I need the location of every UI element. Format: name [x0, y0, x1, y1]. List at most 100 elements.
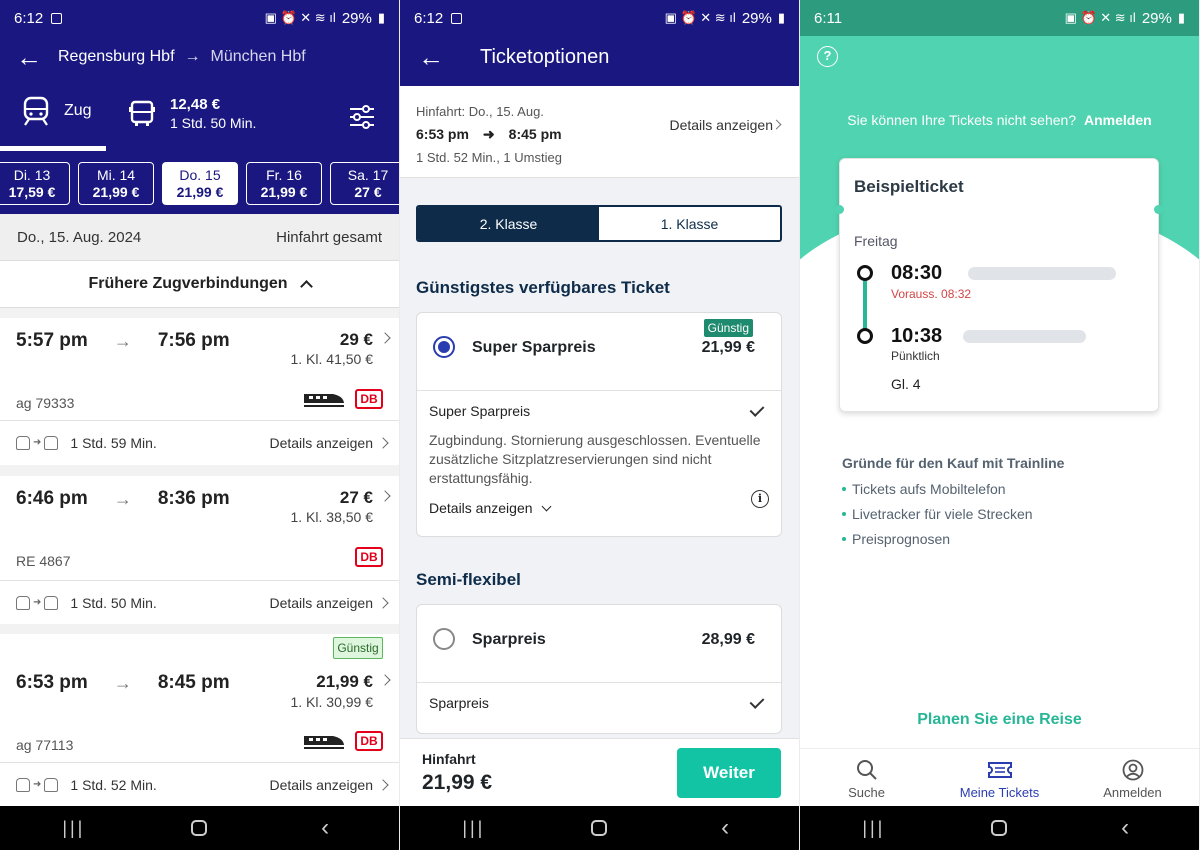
status-bar: 6:12 ▣ ⏰ ✕ ≋ ıl 29% ▮: [400, 0, 799, 36]
date-day: Di. 13: [13, 167, 51, 183]
ticket-notch-left: [835, 205, 844, 214]
login-link[interactable]: Anmelden: [1084, 112, 1152, 128]
user-icon: [1122, 759, 1143, 781]
ticket-fare-name: Super Sparpreis: [429, 403, 531, 419]
battery-icon: ▮: [1177, 10, 1185, 25]
details-link[interactable]: Details anzeigen: [269, 777, 373, 793]
back-arrow-icon[interactable]: ←: [418, 44, 444, 70]
active-tab-indicator: [0, 146, 106, 151]
filter-icon[interactable]: [349, 104, 375, 130]
home-icon[interactable]: [991, 820, 1008, 836]
trip-times: 6:53 pm ➜ 8:45 pm: [416, 126, 562, 142]
date-summary: Do., 15. Aug. 2024 Hinfahrt gesamt: [0, 214, 399, 260]
status-time: 6:12: [14, 9, 44, 27]
first-class-price: 1. Kl. 30,99 €: [290, 694, 373, 710]
reason-text: Livetracker für viele Strecken: [852, 506, 1033, 522]
home-icon[interactable]: [591, 820, 608, 836]
date-chip-selected[interactable]: Do. 15 21,99 €: [162, 162, 238, 205]
connection-card[interactable]: Günstig 6:53 pm → 8:45 pm 21,99 € 1. Kl. 3…: [0, 634, 399, 806]
status-bar: 6:12 ▣ ⏰ ✕ ≋ ıl 29% ▮: [0, 0, 399, 36]
ticket-option-header: Super Sparpreis Günstig 21,99 €: [417, 313, 781, 391]
recents-icon[interactable]: |||: [844, 818, 904, 839]
back-icon[interactable]: ‹: [1095, 814, 1155, 842]
ice-train-icon: [304, 394, 344, 407]
cheap-badge: Günstig: [333, 637, 383, 659]
chevron-right-icon: [379, 674, 391, 686]
chevron-right-icon: [379, 490, 391, 502]
battery-percent: 29%: [341, 9, 372, 27]
departure-delay: Vorauss. 08:32: [891, 287, 972, 301]
date-chip[interactable]: Fr. 16 21,99 €: [246, 162, 322, 205]
cheap-badge: Günstig: [703, 319, 753, 337]
status-bar: 6:11 ▣ ⏰ ✕ ≋ ıl 29% ▮: [800, 0, 1199, 36]
login-prompt: Sie können Ihre Tickets nicht sehen? Anm…: [800, 112, 1199, 128]
date-price: 17,59 €: [8, 184, 56, 200]
connection-card[interactable]: 5:57 pm → 7:56 pm 29 € 1. Kl. 41,50 € DB a…: [0, 318, 399, 465]
ticket-option-card[interactable]: Super Sparpreis Günstig 21,99 € Super Sp…: [416, 312, 782, 537]
connection-card[interactable]: 6:46 pm → 8:36 pm 27 € 1. Kl. 38,50 € DB R…: [0, 476, 399, 624]
reason-text: Preisprognosen: [852, 531, 951, 547]
home-icon[interactable]: [191, 820, 208, 836]
details-link[interactable]: Details anzeigen: [269, 595, 373, 611]
recents-icon[interactable]: |||: [444, 818, 504, 839]
tab-login[interactable]: Anmelden: [1066, 749, 1199, 806]
mode-tab-bus[interactable]: 12,48 € 1 Std. 50 Min.: [128, 96, 256, 131]
route-to: München Hbf: [210, 48, 306, 65]
ticket-details-toggle[interactable]: Details anzeigen: [429, 500, 769, 516]
gallery-icon: [51, 12, 63, 24]
transfer-icon: ➜: [16, 777, 59, 792]
mode-tab-train[interactable]: Zug: [22, 96, 92, 126]
earlier-connections-button[interactable]: Frühere Zugverbindungen: [0, 260, 399, 308]
tab-search[interactable]: Suche: [800, 749, 933, 806]
selected-date: Do., 15. Aug. 2024: [17, 228, 142, 246]
battery-icon: ▮: [777, 10, 785, 25]
search-icon: [856, 760, 877, 780]
arrival-time: 8:45 pm: [157, 672, 230, 693]
ticket-option-header: Sparpreis 28,99 €: [417, 605, 781, 683]
continue-button[interactable]: Weiter: [677, 748, 781, 798]
departure-time: 5:57 pm: [16, 330, 88, 351]
tab-my-tickets[interactable]: Meine Tickets: [933, 749, 1066, 806]
details-link[interactable]: Details anzeigen: [269, 435, 373, 451]
ticket-option-card[interactable]: Sparpreis 28,99 € Sparpreis: [416, 604, 782, 734]
trip-summary: Hinfahrt: Do., 15. Aug. 6:53 pm ➜ 8:45 pm …: [400, 86, 799, 178]
ticket-name: Super Sparpreis: [472, 339, 596, 356]
train-number: ag 77113: [16, 737, 74, 753]
chevron-right-icon: [379, 332, 391, 344]
date-chip[interactable]: Mi. 14 21,99 €: [78, 162, 154, 205]
date-chip[interactable]: Sa. 17 27 €: [330, 162, 399, 205]
date-day: Mi. 14: [96, 167, 136, 183]
trip-details-link[interactable]: Details anzeigen: [669, 117, 773, 133]
back-icon[interactable]: ‹: [295, 814, 355, 842]
duration: 1 Std. 50 Min.: [70, 594, 157, 611]
date-chip[interactable]: Di. 13 17,59 €: [0, 162, 70, 205]
placeholder-bar: [968, 267, 1116, 280]
battery-percent: 29%: [1141, 9, 1172, 27]
sample-ticket-day: Freitag: [854, 233, 898, 249]
list-item: Preisprognosen: [842, 531, 1064, 547]
chevron-right-icon: [771, 119, 782, 130]
info-icon[interactable]: i: [751, 490, 769, 508]
gallery-icon: [451, 12, 463, 24]
radio-selected[interactable]: [433, 336, 455, 358]
db-logo: DB: [355, 731, 383, 751]
arrival-time: 10:38: [891, 325, 943, 347]
help-icon[interactable]: ?: [817, 46, 838, 67]
mode-train-label: Zug: [64, 102, 92, 119]
back-arrow-icon[interactable]: ←: [16, 44, 42, 70]
departure-time: 6:53 pm: [16, 672, 88, 693]
chevron-right-icon: [377, 779, 389, 791]
train-number: RE 4867: [16, 553, 71, 569]
back-icon[interactable]: ‹: [695, 814, 755, 842]
class-second-tab[interactable]: 2. Klasse: [418, 207, 599, 240]
plan-trip-link[interactable]: Planen Sie eine Reise: [800, 711, 1199, 729]
checkout-footer: Hinfahrt 21,99 € Weiter: [400, 738, 799, 806]
sample-ticket-title: Beispielticket: [854, 177, 964, 196]
class-first-tab[interactable]: 1. Klasse: [599, 207, 780, 240]
date-day: Fr. 16: [266, 167, 302, 183]
ticket-conditions: Sparpreis: [417, 683, 781, 733]
tab-label: Suche: [848, 785, 885, 800]
recents-icon[interactable]: |||: [44, 818, 104, 839]
ticket-icon: [987, 762, 1012, 778]
radio-unselected[interactable]: [433, 628, 455, 650]
